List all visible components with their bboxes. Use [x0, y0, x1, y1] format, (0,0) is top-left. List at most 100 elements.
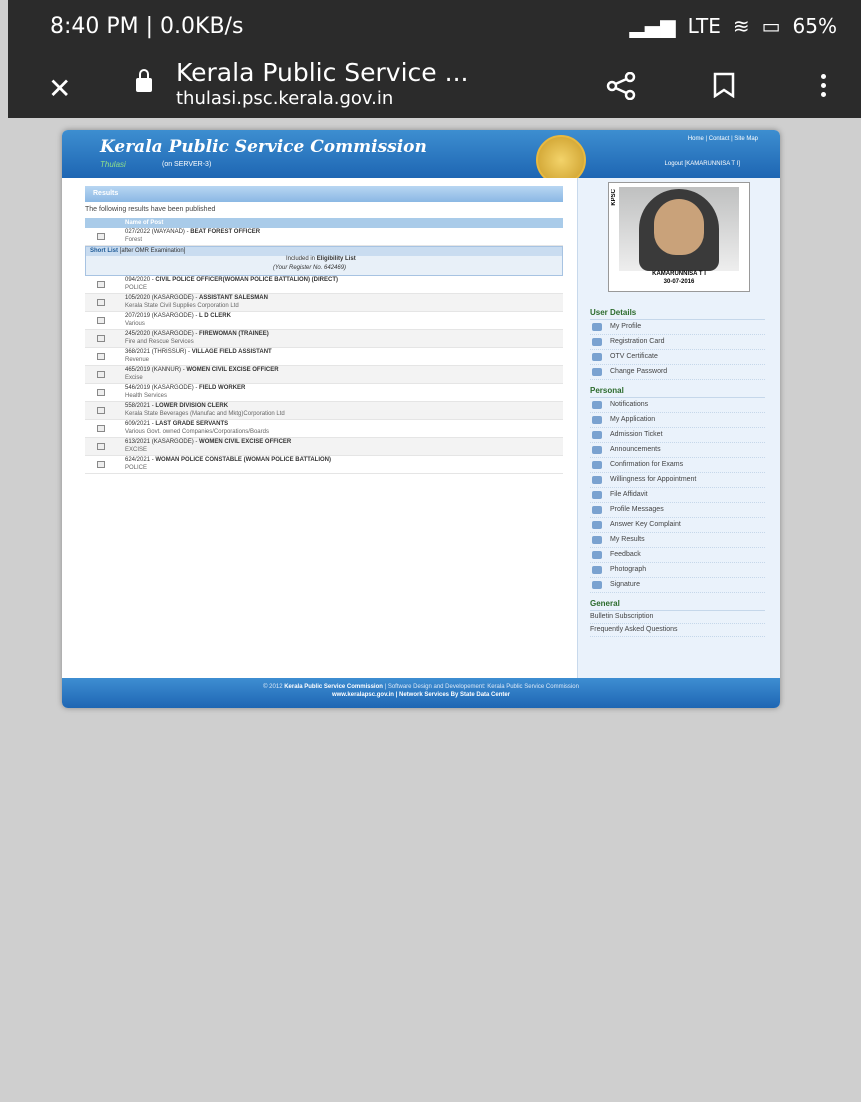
- menu-item-label: Signature: [610, 581, 640, 588]
- menu-item-otv-certificate[interactable]: OTV Certificate: [590, 350, 765, 365]
- expand-icon[interactable]: [97, 371, 105, 378]
- menu-item-feedback[interactable]: Feedback: [590, 548, 765, 563]
- post-department: Kerala State Civil Supplies Corporation …: [125, 303, 239, 309]
- page-url[interactable]: thulasi.psc.kerala.gov.in: [176, 88, 393, 109]
- logout-link[interactable]: Logout [KAMARUNNISA T I]: [665, 161, 740, 167]
- webpage: Kerala Public Service Commission Thulasi…: [62, 130, 780, 708]
- more-options-icon[interactable]: [818, 70, 828, 101]
- section-general: General: [590, 599, 765, 611]
- menu-item-label: My Results: [610, 536, 645, 543]
- post-code: 245/2020 (KASARGODE) -: [125, 331, 200, 337]
- expand-icon[interactable]: [97, 443, 105, 450]
- table-row[interactable]: 094/2020 - CIVIL POLICE OFFICER(WOMAN PO…: [85, 276, 563, 294]
- post-code: 027/2022 (WAYANAD) -: [125, 229, 191, 235]
- section-user-details: User Details: [590, 308, 765, 320]
- change-password-icon: [592, 368, 602, 376]
- post-name: LOWER DIVISION CLERK: [155, 403, 229, 409]
- results-table: Name of Post 027/2022 (WAYANAD) - BEAT F…: [85, 218, 563, 474]
- menu-item-photograph[interactable]: Photograph: [590, 563, 765, 578]
- post-code: 624/2021 -: [125, 457, 156, 463]
- otv-certificate-icon: [592, 353, 602, 361]
- signature-icon: [592, 581, 602, 589]
- site-brand[interactable]: Kerala Public Service Commission: [100, 137, 427, 157]
- page-title[interactable]: Kerala Public Service ...: [176, 58, 468, 87]
- bookmark-icon[interactable]: [713, 72, 735, 98]
- post-name: WOMEN CIVIL EXCISE OFFICER: [199, 439, 292, 445]
- menu-item-admission-ticket[interactable]: Admission Ticket: [590, 428, 765, 443]
- post-code: 613/2021 (KASARGODE) -: [125, 439, 200, 445]
- menu-item-profile-messages[interactable]: Profile Messages: [590, 503, 765, 518]
- profile-name: KAMARUNNISA T I: [652, 271, 706, 277]
- post-name: L D CLERK: [199, 313, 231, 319]
- site-footer: © 2012 Kerala Public Service Commission …: [62, 678, 780, 708]
- menu-link-bulletin-subscription[interactable]: Bulletin Subscription: [590, 611, 765, 624]
- post-department: Excise: [125, 375, 143, 381]
- included-list: Eligibility List: [316, 256, 356, 262]
- footer-links[interactable]: www.keralapsc.gov.in | Network Services …: [332, 692, 510, 698]
- menu-item-my-application[interactable]: My Application: [590, 413, 765, 428]
- menu-item-signature[interactable]: Signature: [590, 578, 765, 593]
- menu-item-notifications[interactable]: Notifications: [590, 398, 765, 413]
- menu-item-file-affidavit[interactable]: File Affidavit: [590, 488, 765, 503]
- section-personal: Personal: [590, 386, 765, 398]
- menu-item-label: Change Password: [610, 368, 668, 375]
- expand-icon[interactable]: [97, 353, 105, 360]
- menu-item-my-results[interactable]: My Results: [590, 533, 765, 548]
- menu-item-confirmation-for-exams[interactable]: Confirmation for Exams: [590, 458, 765, 473]
- expand-icon[interactable]: [97, 299, 105, 306]
- expand-icon[interactable]: [97, 281, 105, 288]
- post-code: 207/2019 (KASARGODE) -: [125, 313, 200, 319]
- wifi-icon: ≋: [732, 14, 750, 38]
- close-icon[interactable]: ✕: [48, 72, 71, 105]
- share-icon[interactable]: [606, 72, 636, 100]
- menu-item-announcements[interactable]: Announcements: [590, 443, 765, 458]
- server-label: (on SERVER-3): [162, 161, 212, 168]
- file-affidavit-icon: [592, 491, 602, 499]
- menu-link-frequently-asked-questions[interactable]: Frequently Asked Questions: [590, 624, 765, 637]
- column-header: Name of Post: [85, 218, 563, 228]
- menu-item-answer-key-complaint[interactable]: Answer Key Complaint: [590, 518, 765, 533]
- registration-card-icon: [592, 338, 602, 346]
- menu-item-label: Willingness for Appointment: [610, 476, 697, 483]
- menu-item-label: Bulletin Subscription: [590, 613, 654, 620]
- menu-item-label: Announcements: [610, 446, 661, 453]
- menu-item-label: Notifications: [610, 401, 649, 408]
- menu-item-willingness-for-appointment[interactable]: Willingness for Appointment: [590, 473, 765, 488]
- results-intro: The following results have been publishe…: [85, 206, 216, 213]
- willingness-for-appointment-icon: [592, 476, 602, 484]
- expand-icon[interactable]: [97, 335, 105, 342]
- table-row[interactable]: 624/2021 - WOMAN POLICE CONSTABLE (WOMAN…: [85, 456, 563, 474]
- table-row[interactable]: 546/2019 (KASARGODE) - FIELD WORKER Healt…: [85, 384, 563, 402]
- table-row[interactable]: 558/2021 - LOWER DIVISION CLERK Kerala St…: [85, 402, 563, 420]
- table-row[interactable]: 465/2019 (KANNUR) - WOMEN CIVIL EXCISE O…: [85, 366, 563, 384]
- table-row[interactable]: 207/2019 (KASARGODE) - L D CLERK Various: [85, 312, 563, 330]
- post-department: POLICE: [125, 465, 148, 471]
- post-name: VILLAGE FIELD ASSISTANT: [191, 349, 272, 355]
- expand-icon[interactable]: [97, 461, 105, 468]
- menu-item-registration-card[interactable]: Registration Card: [590, 335, 765, 350]
- my-profile-icon: [592, 323, 602, 331]
- post-department: Revenue: [125, 357, 150, 363]
- table-row[interactable]: 609/2021 - LAST GRADE SERVANTS Various Go…: [85, 420, 563, 438]
- answer-key-complaint-icon: [592, 521, 602, 529]
- table-row[interactable]: 613/2021 (KASARGODE) - WOMEN CIVIL EXCIS…: [85, 438, 563, 456]
- menu-item-my-profile[interactable]: My Profile: [590, 320, 765, 335]
- register-number: (Your Register No. 642469): [273, 265, 347, 271]
- table-row[interactable]: 105/2020 (KASARGODE) - ASSISTANT SALESMA…: [85, 294, 563, 312]
- shortlist-box: Short List [after OMR Examination] Inclu…: [85, 246, 563, 276]
- expand-icon[interactable]: [97, 425, 105, 432]
- menu-item-label: Photograph: [610, 566, 647, 573]
- table-row[interactable]: 027/2022 (WAYANAD) - BEAT FOREST OFFICER…: [85, 228, 563, 246]
- expand-icon[interactable]: [97, 407, 105, 414]
- sidebar-menu: User Details My Profile Registration Card…: [590, 302, 765, 637]
- thulasi-logo: Thulasi: [100, 160, 126, 169]
- battery-level: 65%: [792, 14, 837, 38]
- expand-icon[interactable]: [97, 233, 105, 240]
- expand-icon[interactable]: [97, 317, 105, 324]
- menu-item-change-password[interactable]: Change Password: [590, 365, 765, 380]
- expand-icon[interactable]: [97, 389, 105, 396]
- table-row[interactable]: 245/2020 (KASARGODE) - FIREWOMAN (TRAINE…: [85, 330, 563, 348]
- table-row[interactable]: 368/2021 (THRISSUR) - VILLAGE FIELD ASSI…: [85, 348, 563, 366]
- top-links[interactable]: Home | Contact | Site Map: [688, 136, 758, 142]
- post-name: CIVIL POLICE OFFICER(WOMAN POLICE BATTAL…: [155, 277, 339, 283]
